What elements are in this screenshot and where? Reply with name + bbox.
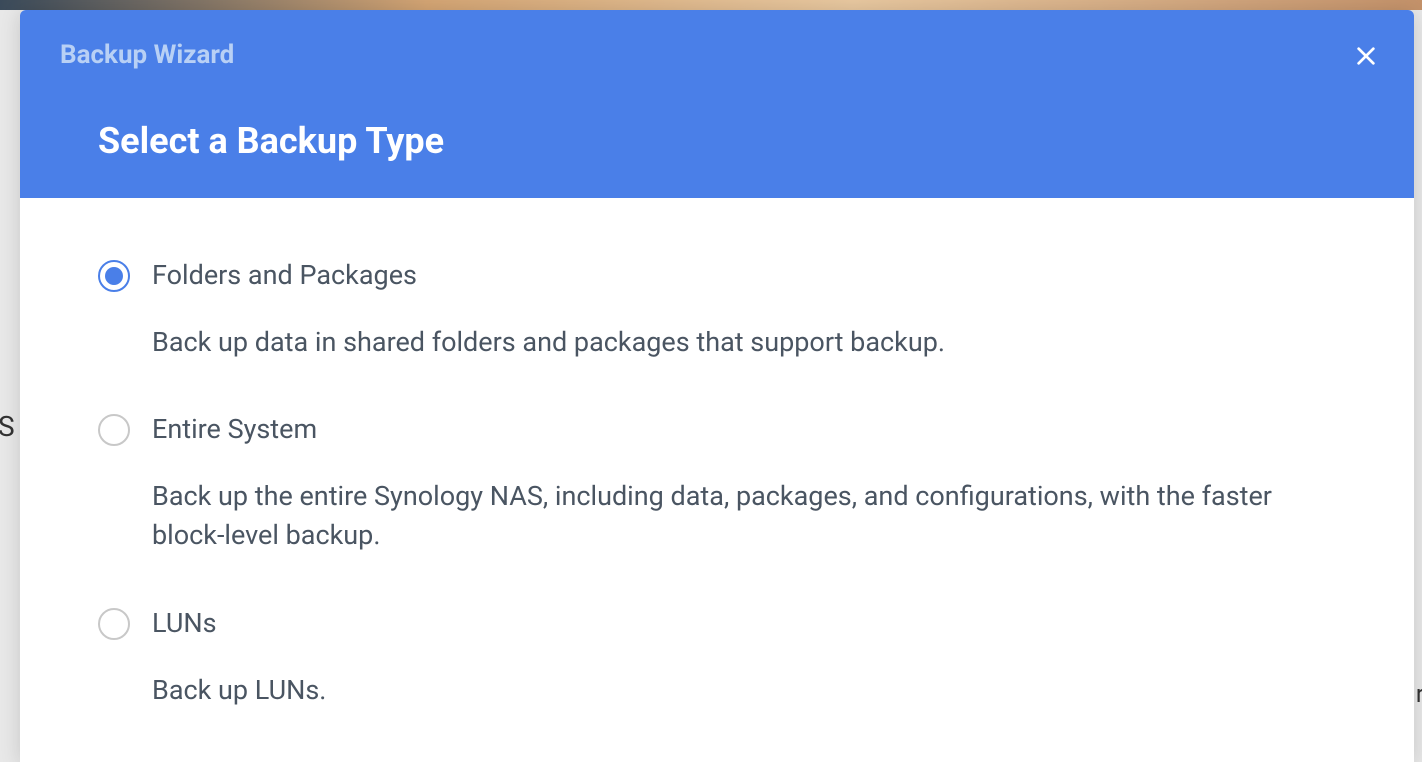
option-luns: LUNs [98, 606, 1336, 641]
option-folders-packages: Folders and Packages [98, 258, 1336, 293]
option-entire-system: Entire System [98, 412, 1336, 447]
option-description-entire-system: Back up the entire Synology NAS, includi… [152, 477, 1336, 555]
option-label-entire-system[interactable]: Entire System [152, 412, 1336, 447]
radio-luns[interactable] [98, 608, 130, 640]
radio-folders-packages[interactable] [98, 260, 130, 292]
close-button[interactable] [1350, 40, 1382, 72]
option-description-luns: Back up LUNs. [152, 671, 1336, 710]
option-description-folders-packages: Back up data in shared folders and packa… [152, 323, 1336, 362]
dialog-title: Select a Backup Type [98, 120, 444, 162]
dialog-header: Backup Wizard Select a Backup Type [20, 10, 1414, 198]
radio-entire-system[interactable] [98, 414, 130, 446]
backup-wizard-dialog: Backup Wizard Select a Backup Type Folde… [20, 10, 1414, 762]
close-icon [1355, 45, 1377, 67]
option-label-luns[interactable]: LUNs [152, 606, 1336, 641]
wizard-label: Backup Wizard [60, 40, 234, 70]
dialog-body: Folders and Packages Back up data in sha… [20, 198, 1414, 760]
option-label-folders-packages[interactable]: Folders and Packages [152, 258, 1336, 293]
